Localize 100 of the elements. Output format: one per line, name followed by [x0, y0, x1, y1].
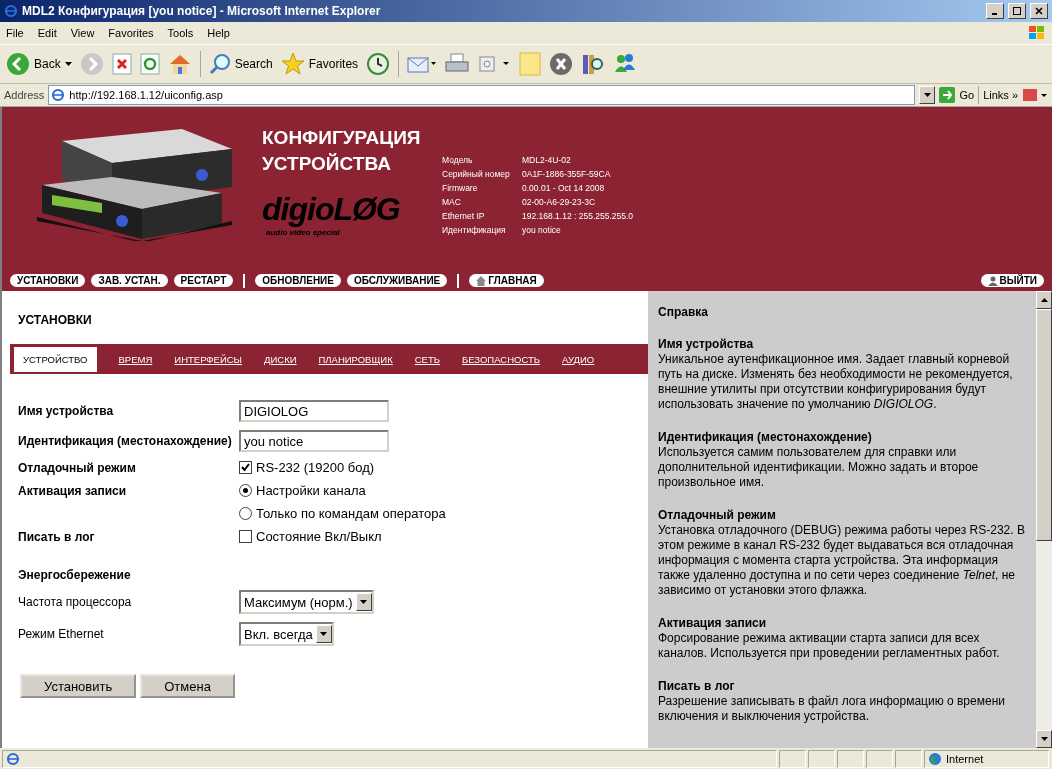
field-label: Режим Ethernet	[18, 627, 105, 641]
windows-logo-icon	[1028, 25, 1046, 41]
caret-icon	[923, 93, 931, 97]
menu-item[interactable]: File	[6, 27, 24, 39]
scroll-down-button[interactable]	[1036, 730, 1052, 748]
caret-icon	[64, 62, 72, 66]
menu-item[interactable]: Tools	[167, 27, 194, 39]
close-icon	[1035, 7, 1043, 15]
menu-item[interactable]: View	[70, 27, 95, 39]
help-topic-title: Писать в лог	[658, 679, 736, 694]
status-pane	[837, 749, 864, 768]
apply-button[interactable]: Установить	[20, 674, 137, 698]
refresh-icon[interactable]	[139, 53, 160, 75]
tab[interactable]: АУДИО	[562, 353, 595, 365]
tab[interactable]: ПЛАНИРОВЩИК	[318, 353, 393, 365]
history-icon[interactable]	[366, 52, 391, 76]
info-label: MAC	[442, 197, 462, 207]
check-icon	[241, 463, 250, 472]
radio-button[interactable]	[239, 507, 252, 520]
ie-icon	[4, 4, 18, 18]
minimize-button[interactable]	[986, 3, 1004, 19]
info-value: MDL2-4U-02	[522, 155, 572, 165]
back-button[interactable]: Back	[6, 52, 72, 76]
page-title: УСТРОЙСТВА	[262, 152, 392, 176]
checkbox-option[interactable]: RS-232 (19200 бод)	[239, 460, 648, 475]
search-icon	[208, 53, 231, 75]
info-label: Firmware	[442, 183, 479, 193]
menu-item[interactable]: Help	[207, 27, 230, 39]
menu-item[interactable]: Edit	[37, 27, 57, 39]
checkbox[interactable]	[239, 530, 252, 543]
close-circle-icon[interactable]	[549, 52, 574, 76]
nav-button[interactable]: ГЛАВНАЯ	[469, 274, 544, 288]
text-field[interactable]: you notice	[239, 430, 389, 452]
stop-icon[interactable]	[111, 53, 132, 75]
tab[interactable]: УСТРОЙСТВО	[14, 346, 97, 372]
logout-button[interactable]: ВЫЙТИ	[980, 274, 1044, 288]
field-label: Частота процессора	[18, 595, 133, 609]
status-pane	[779, 749, 806, 768]
home-icon	[476, 275, 487, 286]
tab[interactable]: БЕЗОПАСНОСТЬ	[461, 353, 540, 365]
nav-button[interactable]: УСТАНОВКИ	[10, 274, 86, 288]
print-icon[interactable]	[445, 53, 470, 75]
field-label: Отладочный режим	[18, 460, 137, 475]
user-icon	[987, 275, 998, 286]
scroll-up-button[interactable]	[1036, 291, 1052, 309]
field-label: Идентификация (местонахождение)	[18, 434, 233, 448]
star-icon	[280, 52, 305, 76]
group-heading: Энергосбережение	[18, 568, 132, 582]
status-pane	[895, 749, 922, 768]
help-topic-title: Имя устройства	[658, 337, 755, 352]
down-arrow-icon	[1040, 737, 1048, 741]
help-topic-title: Идентификация (местонахождение)	[658, 430, 873, 445]
window-title: MDL2 Конфигурация [you notice] - Microsoft Internet Explorer	[22, 4, 382, 18]
arrow-icon	[939, 87, 956, 103]
go-button[interactable]: Go	[939, 87, 975, 103]
checkbox-option[interactable]: Состояние Вкл/Выкл	[239, 529, 648, 544]
nav-button[interactable]: ОБСЛУЖИВАНИЕ	[346, 274, 448, 288]
address-dropdown-button[interactable]	[919, 86, 936, 104]
links-button[interactable]: Links »	[983, 89, 1018, 101]
tab[interactable]: ИНТЕРФЕЙСЫ	[174, 353, 242, 365]
favorites-button[interactable]: Favorites	[280, 52, 359, 76]
nav-button[interactable]: ЗАВ. УСТАН.	[91, 274, 168, 288]
up-arrow-icon	[1040, 298, 1048, 302]
nav-button[interactable]: ОБНОВЛЕНИЕ	[255, 274, 341, 288]
field-label: Имя устройства	[18, 404, 115, 418]
info-label: Ethernet IP	[442, 211, 486, 221]
status-pane	[866, 749, 893, 768]
info-value: 0A1F-1886-355F-59CA	[522, 169, 612, 179]
maximize-icon	[1013, 7, 1021, 15]
tab[interactable]: ВРЕМЯ	[118, 353, 153, 365]
scroll-thumb[interactable]	[1036, 309, 1052, 541]
tab[interactable]: СЕТЬ	[414, 353, 440, 365]
dropdown-arrow-icon	[320, 632, 328, 636]
info-label: Идентификация	[442, 225, 507, 235]
tab[interactable]: ДИСКИ	[264, 353, 297, 365]
info-value: 0.00.01 - Oct 14 2008	[522, 183, 606, 193]
help-text: Форсирование режима активации старта записи для всех каналов. Используется при проведении регламентных работ.	[658, 631, 1001, 661]
dropdown[interactable]: Максимум (норм.)	[239, 590, 374, 614]
ie-icon	[6, 751, 20, 766]
logo-tagline: audio video special	[266, 228, 341, 237]
radio-option[interactable]: Настройки канала	[239, 483, 648, 498]
help-title: Справка	[658, 305, 709, 319]
status-pane	[808, 749, 835, 768]
dropdown[interactable]: Вкл. всегда	[239, 622, 334, 646]
radio-button[interactable]	[239, 484, 252, 497]
checkbox[interactable]	[239, 461, 252, 474]
nav-button[interactable]: РЕСТАРТ	[173, 274, 234, 288]
help-topic-title: Отладочный режим	[658, 508, 777, 523]
maximize-button[interactable]	[1008, 3, 1026, 19]
info-label: Модель	[442, 155, 474, 165]
menu-item[interactable]: Favorites	[108, 27, 154, 39]
radio-option[interactable]: Только по командам оператора	[239, 506, 648, 521]
info-value: you notice	[522, 225, 562, 235]
close-button[interactable]	[1030, 3, 1048, 19]
cancel-button[interactable]: Отмена	[140, 674, 235, 698]
address-label: Address	[4, 89, 45, 101]
address-field[interactable]: http://192.168.1.12/uiconfig.asp	[48, 85, 916, 105]
page-title: КОНФИГУРАЦИЯ	[262, 126, 422, 150]
search-button[interactable]: Search	[208, 53, 273, 75]
text-field[interactable]: DIGIOLOG	[239, 400, 389, 422]
